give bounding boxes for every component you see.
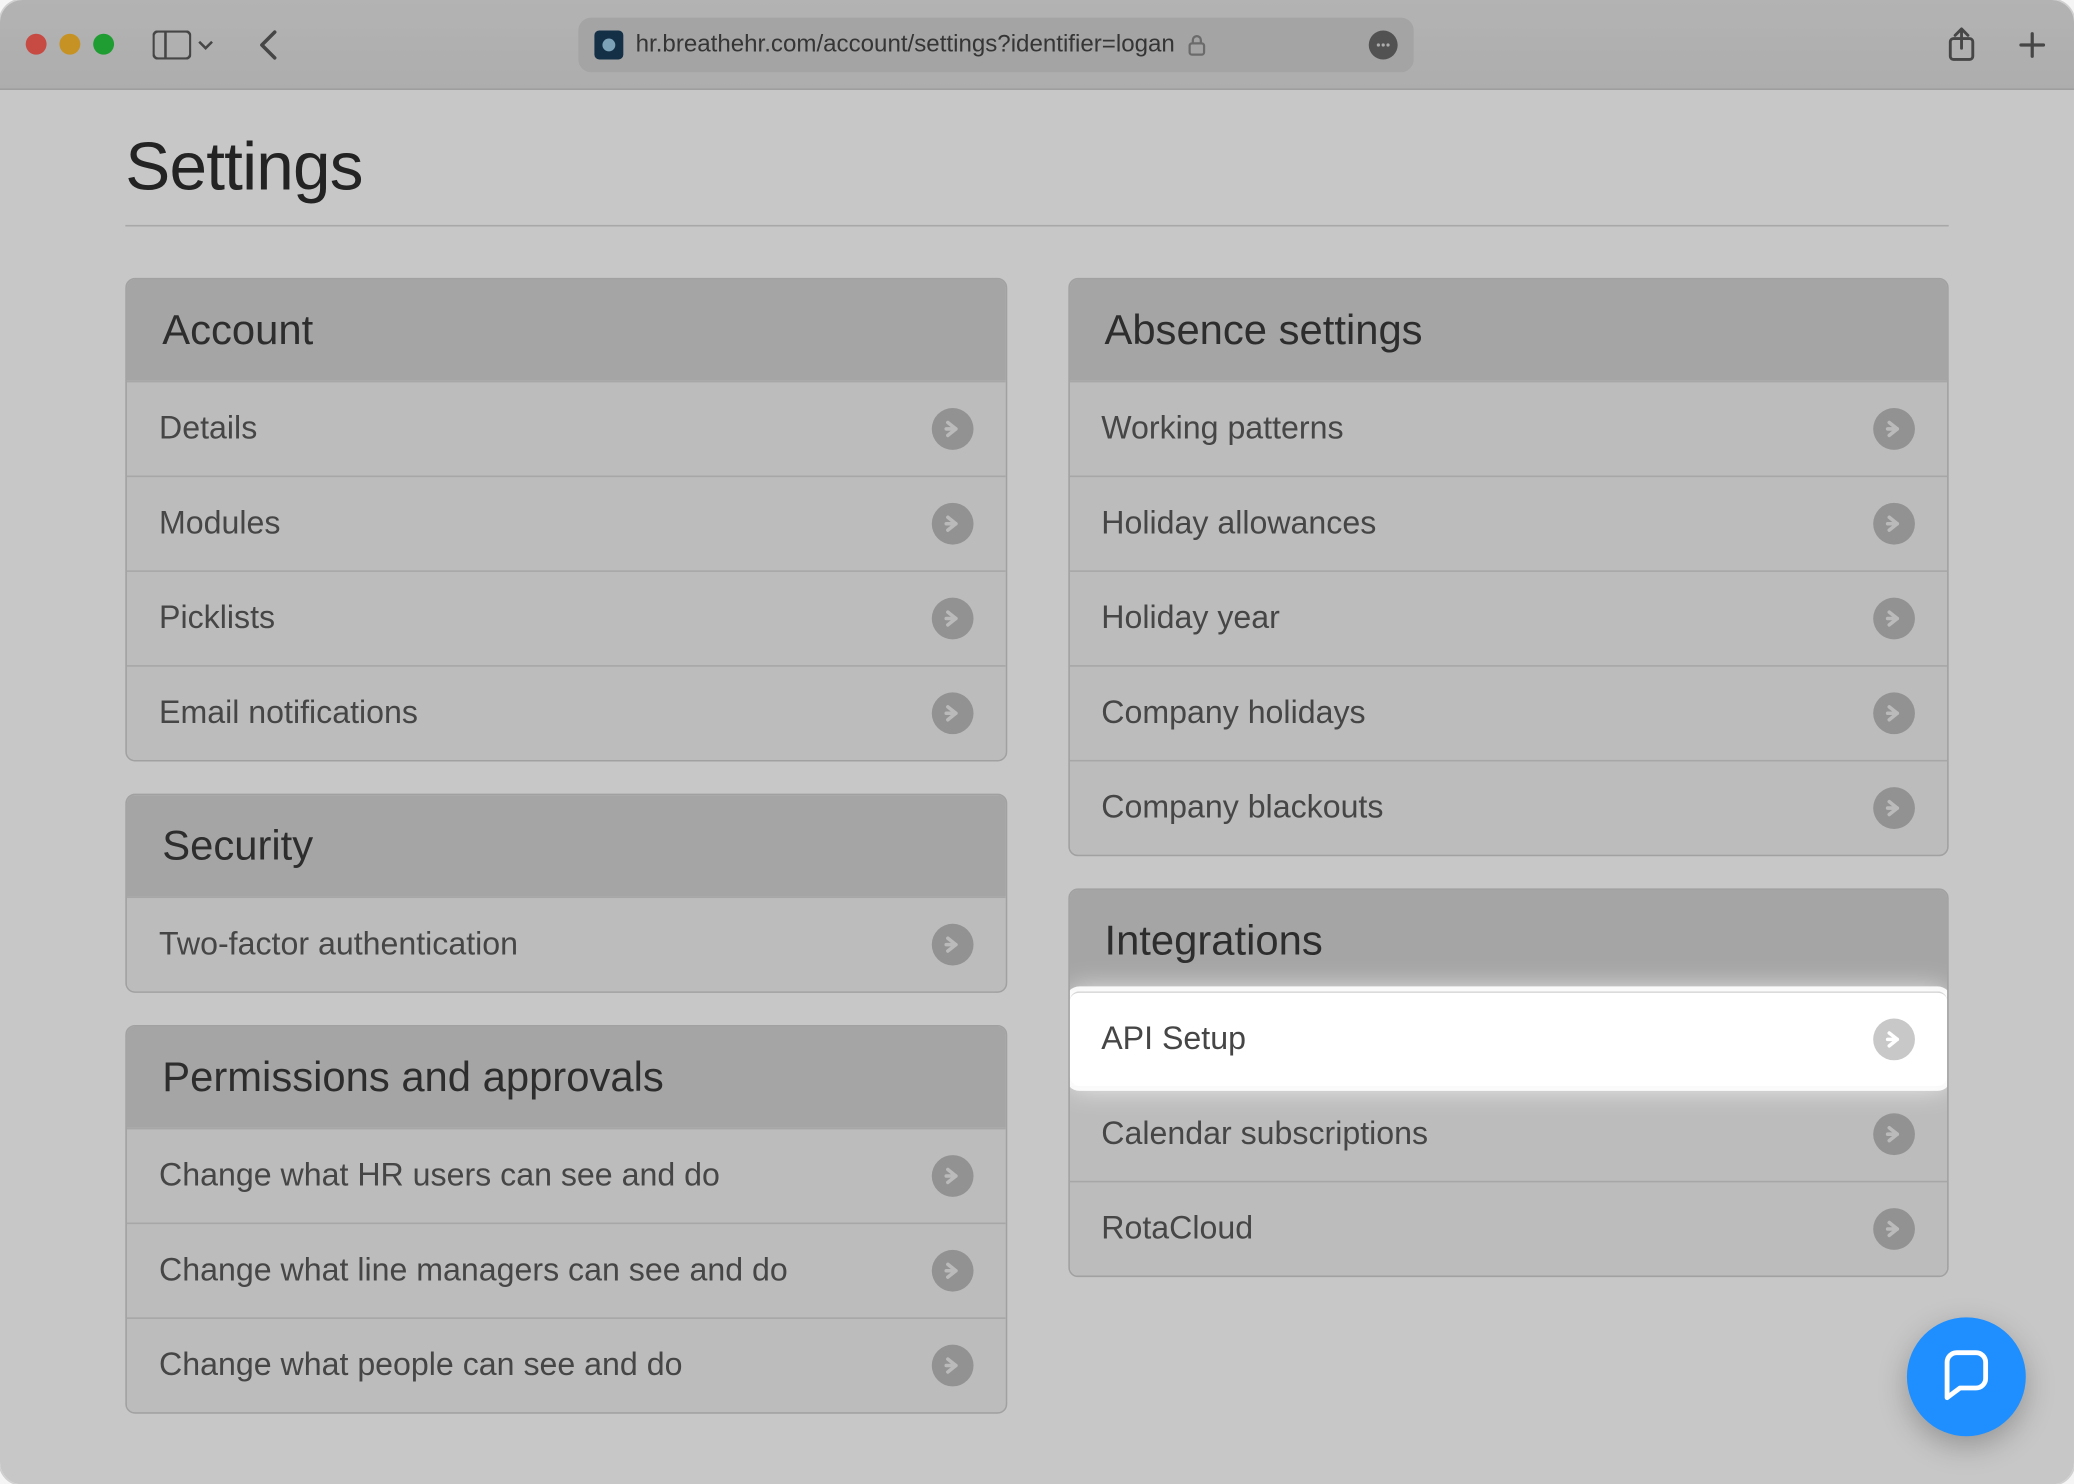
arrow-right-icon [1873,787,1915,829]
address-bar[interactable]: hr.breathehr.com/account/settings?identi… [578,17,1413,72]
reader-mode-icon[interactable] [1368,30,1397,59]
chevron-down-icon [198,36,214,52]
window-controls [26,34,114,55]
new-tab-button[interactable] [2016,25,2048,64]
arrow-right-icon [1873,692,1915,734]
settings-link-label: Company holidays [1101,695,1365,732]
settings-link-modules[interactable]: Modules [127,476,1005,571]
arrow-right-icon [1873,1019,1915,1061]
browser-window: hr.breathehr.com/account/settings?identi… [0,0,2074,1484]
settings-right-column: Absence settings Working patterns Holiday … [1068,278,1949,1414]
close-window-button[interactable] [26,34,47,55]
settings-link-change-what-line-managers-can-see-and-do[interactable]: Change what line managers can see and do [127,1223,1005,1318]
arrow-right-icon [931,1155,973,1197]
arrow-right-icon [1873,598,1915,640]
settings-link-label: Details [159,410,257,447]
settings-link-working-patterns[interactable]: Working patterns [1069,381,1947,476]
settings-link-change-what-hr-users-can-see-and-do[interactable]: Change what HR users can see and do [127,1128,1005,1223]
arrow-right-icon [931,692,973,734]
settings-panel-security: Security Two-factor authentication [125,794,1006,993]
settings-link-label: API Setup [1101,1021,1246,1058]
arrow-right-icon [931,924,973,966]
settings-link-label: RotaCloud [1101,1210,1253,1247]
chat-support-button[interactable] [1907,1317,2026,1436]
page-title: Settings [125,106,1948,226]
panel-header: Security [127,795,1005,896]
arrow-right-icon [931,408,973,450]
arrow-right-icon [931,1345,973,1387]
chat-icon [1937,1348,1995,1406]
settings-link-label: Email notifications [159,695,418,732]
panel-header: Permissions and approvals [127,1027,1005,1128]
settings-link-company-holidays[interactable]: Company holidays [1069,665,1947,760]
settings-link-two-factor-authentication[interactable]: Two-factor authentication [127,896,1005,991]
back-button[interactable] [257,28,279,60]
arrow-right-icon [931,503,973,545]
settings-link-label: Working patterns [1101,410,1343,447]
settings-link-holiday-allowances[interactable]: Holiday allowances [1069,476,1947,571]
settings-link-label: Change what line managers can see and do [159,1252,788,1289]
lock-icon [1188,33,1207,55]
page-content: Settings Account Details Modules Picklists E… [0,90,2074,1484]
settings-link-label: Modules [159,505,280,542]
sidebar-toggle-button[interactable] [153,30,214,59]
settings-panel-absence-settings: Absence settings Working patterns Holiday … [1068,278,1949,856]
settings-link-company-blackouts[interactable]: Company blackouts [1069,760,1947,855]
minimize-window-button[interactable] [59,34,80,55]
settings-left-column: Account Details Modules Picklists Email noti… [125,278,1006,1414]
site-favicon [594,30,623,59]
settings-link-api-setup[interactable]: API Setup [1069,991,1947,1086]
settings-link-rotacloud[interactable]: RotaCloud [1069,1181,1947,1276]
settings-link-change-what-people-can-see-and-do[interactable]: Change what people can see and do [127,1317,1005,1412]
settings-link-label: Picklists [159,600,275,637]
settings-link-email-notifications[interactable]: Email notifications [127,665,1005,760]
url-text: hr.breathehr.com/account/settings?identi… [636,31,1175,58]
share-button[interactable] [1945,25,1977,64]
settings-link-calendar-subscriptions[interactable]: Calendar subscriptions [1069,1086,1947,1181]
settings-link-label: Two-factor authentication [159,926,518,963]
settings-panel-account: Account Details Modules Picklists Email noti… [125,278,1006,762]
arrow-right-icon [931,598,973,640]
arrow-right-icon [1873,1208,1915,1250]
settings-link-picklists[interactable]: Picklists [127,570,1005,665]
settings-link-label: Holiday year [1101,600,1280,637]
panel-header: Integrations [1069,890,1947,991]
settings-link-label: Company blackouts [1101,790,1383,827]
settings-link-label: Change what HR users can see and do [159,1157,720,1194]
arrow-right-icon [931,1250,973,1292]
arrow-right-icon [1873,503,1915,545]
settings-link-label: Calendar subscriptions [1101,1116,1428,1153]
settings-link-holiday-year[interactable]: Holiday year [1069,570,1947,665]
maximize-window-button[interactable] [93,34,114,55]
arrow-right-icon [1873,1113,1915,1155]
panel-header: Absence settings [1069,280,1947,381]
panel-header: Account [127,280,1005,381]
browser-toolbar: hr.breathehr.com/account/settings?identi… [0,0,2074,90]
arrow-right-icon [1873,408,1915,450]
settings-panel-permissions-and-approvals: Permissions and approvals Change what HR … [125,1025,1006,1414]
settings-link-label: Change what people can see and do [159,1347,682,1384]
settings-link-details[interactable]: Details [127,381,1005,476]
settings-panel-integrations: Integrations API Setup Calendar subscripti… [1068,888,1949,1277]
settings-link-label: Holiday allowances [1101,505,1376,542]
